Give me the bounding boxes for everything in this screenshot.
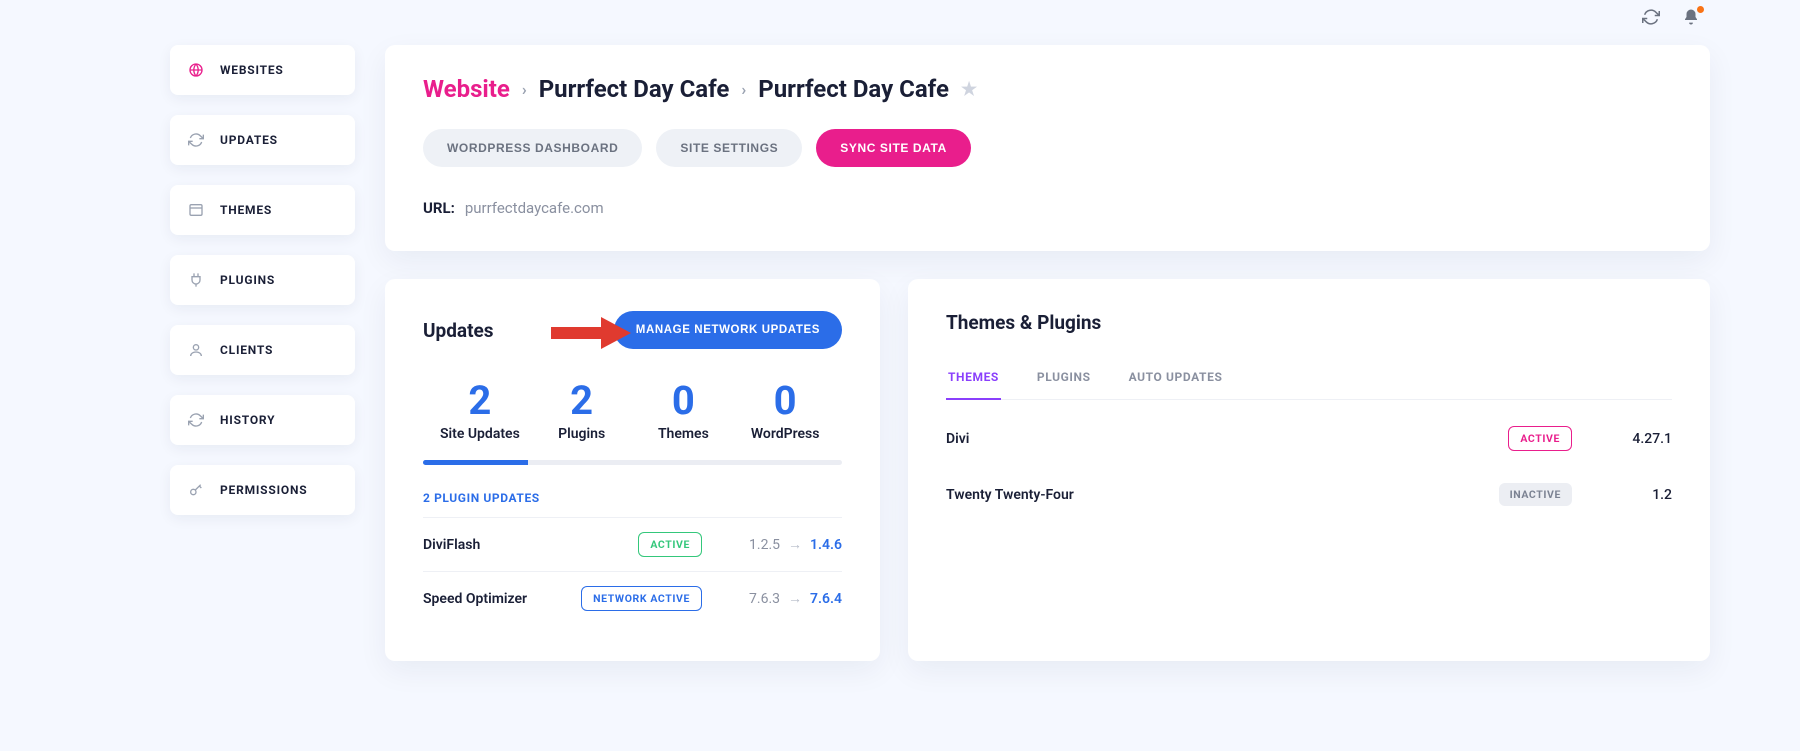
breadcrumb-item[interactable]: Purrfect Day Cafe	[539, 75, 730, 103]
theme-row[interactable]: Twenty Twenty-Four INACTIVE 1.2	[946, 467, 1672, 522]
stat-number: 0	[633, 377, 735, 424]
tabs: THEMES PLUGINS AUTO UPDATES	[946, 358, 1672, 400]
key-icon	[188, 482, 204, 498]
refresh-icon	[188, 412, 204, 428]
tab-themes[interactable]: THEMES	[946, 358, 1001, 400]
plugin-name: DiviFlash	[423, 537, 638, 553]
wordpress-dashboard-button[interactable]: WORDPRESS DASHBOARD	[423, 129, 642, 167]
version-old: 1.2.5	[749, 537, 780, 553]
sidebar-item-label: HISTORY	[220, 413, 275, 427]
sidebar-item-label: PERMISSIONS	[220, 483, 307, 497]
stat-label: WordPress	[734, 426, 836, 442]
updates-title: Updates	[423, 319, 494, 342]
tab-plugins[interactable]: PLUGINS	[1035, 358, 1093, 400]
sidebar-item-label: UPDATES	[220, 133, 278, 147]
version-new: 7.6.4	[810, 591, 842, 607]
theme-version: 4.27.1	[1572, 431, 1672, 447]
stat-label: Plugins	[531, 426, 633, 442]
sidebar-item-label: WEBSITES	[220, 63, 284, 77]
status-badge: INACTIVE	[1499, 483, 1572, 506]
stat-plugins: 2 Plugins	[531, 377, 633, 442]
url-value: purrfectdaycafe.com	[465, 199, 604, 217]
layout-icon	[188, 202, 204, 218]
status-badge: NETWORK ACTIVE	[581, 586, 702, 611]
plugin-update-row[interactable]: Speed Optimizer NETWORK ACTIVE 7.6.3 → 7…	[423, 571, 842, 625]
themes-list: Divi ACTIVE 4.27.1 Twenty Twenty-Four IN…	[946, 410, 1672, 522]
site-settings-button[interactable]: SITE SETTINGS	[656, 129, 802, 167]
chevron-right-icon: ›	[522, 80, 527, 99]
sidebar-item-label: CLIENTS	[220, 343, 273, 357]
stat-wordpress: 0 WordPress	[734, 377, 836, 442]
breadcrumb: Website › Purrfect Day Cafe › Purrfect D…	[423, 75, 1672, 103]
refresh-icon[interactable]	[1642, 8, 1660, 26]
breadcrumb-current: Purrfect Day Cafe	[758, 75, 949, 103]
sidebar-item-themes[interactable]: THEMES	[170, 185, 355, 235]
plug-icon	[188, 272, 204, 288]
sync-site-data-button[interactable]: SYNC SITE DATA	[816, 129, 971, 167]
status-badge: ACTIVE	[1508, 426, 1572, 451]
plugin-updates-subheading: 2 PLUGIN UPDATES	[423, 491, 842, 505]
theme-row[interactable]: Divi ACTIVE 4.27.1	[946, 410, 1672, 467]
main-content: Website › Purrfect Day Cafe › Purrfect D…	[385, 45, 1710, 661]
url-label: URL:	[423, 199, 455, 217]
notification-dot	[1697, 6, 1704, 13]
site-header-card: Website › Purrfect Day Cafe › Purrfect D…	[385, 45, 1710, 251]
themes-plugins-panel: Themes & Plugins THEMES PLUGINS AUTO UPD…	[908, 279, 1710, 661]
stat-number: 0	[734, 377, 836, 424]
sidebar-item-label: THEMES	[220, 203, 272, 217]
sidebar-item-label: PLUGINS	[220, 273, 275, 287]
plugin-update-row[interactable]: DiviFlash ACTIVE 1.2.5 → 1.4.6	[423, 517, 842, 571]
breadcrumb-root[interactable]: Website	[423, 75, 510, 103]
arrow-right-icon: →	[788, 590, 802, 607]
star-icon[interactable]: ★	[961, 79, 977, 100]
chevron-right-icon: ›	[741, 80, 746, 99]
stat-label: Themes	[633, 426, 735, 442]
plugin-name: Speed Optimizer	[423, 591, 581, 607]
sidebar: WEBSITES UPDATES THEMES PLUGINS CLIENTS	[170, 45, 355, 661]
progress-bar	[423, 460, 842, 465]
stat-number: 2	[531, 377, 633, 424]
user-icon	[188, 342, 204, 358]
stat-number: 2	[429, 377, 531, 424]
theme-name: Divi	[946, 431, 1508, 447]
version-old: 7.6.3	[749, 591, 780, 607]
arrow-right-icon: →	[788, 536, 802, 553]
globe-icon	[188, 62, 204, 78]
sidebar-item-plugins[interactable]: PLUGINS	[170, 255, 355, 305]
version-new: 1.4.6	[810, 537, 842, 553]
bell-icon[interactable]	[1682, 8, 1700, 26]
stat-site-updates: 2 Site Updates	[429, 377, 531, 442]
plugin-update-list: DiviFlash ACTIVE 1.2.5 → 1.4.6 Speed Opt…	[423, 517, 842, 625]
themes-plugins-title: Themes & Plugins	[946, 311, 1672, 334]
sidebar-item-updates[interactable]: UPDATES	[170, 115, 355, 165]
stat-themes: 0 Themes	[633, 377, 735, 442]
tab-auto-updates[interactable]: AUTO UPDATES	[1127, 358, 1225, 400]
refresh-icon	[188, 132, 204, 148]
manage-network-updates-button[interactable]: MANAGE NETWORK UPDATES	[614, 311, 842, 349]
updates-panel: Updates MANAGE NETWORK UPDATES 2 Site Up…	[385, 279, 880, 661]
sidebar-item-history[interactable]: HISTORY	[170, 395, 355, 445]
stat-label: Site Updates	[429, 426, 531, 442]
sidebar-item-websites[interactable]: WEBSITES	[170, 45, 355, 95]
status-badge: ACTIVE	[638, 532, 702, 557]
progress-fill	[423, 460, 528, 465]
sidebar-item-permissions[interactable]: PERMISSIONS	[170, 465, 355, 515]
sidebar-item-clients[interactable]: CLIENTS	[170, 325, 355, 375]
theme-name: Twenty Twenty-Four	[946, 487, 1499, 503]
theme-version: 1.2	[1572, 487, 1672, 503]
stats-row: 2 Site Updates 2 Plugins 0 Themes 0 Word…	[423, 377, 842, 442]
